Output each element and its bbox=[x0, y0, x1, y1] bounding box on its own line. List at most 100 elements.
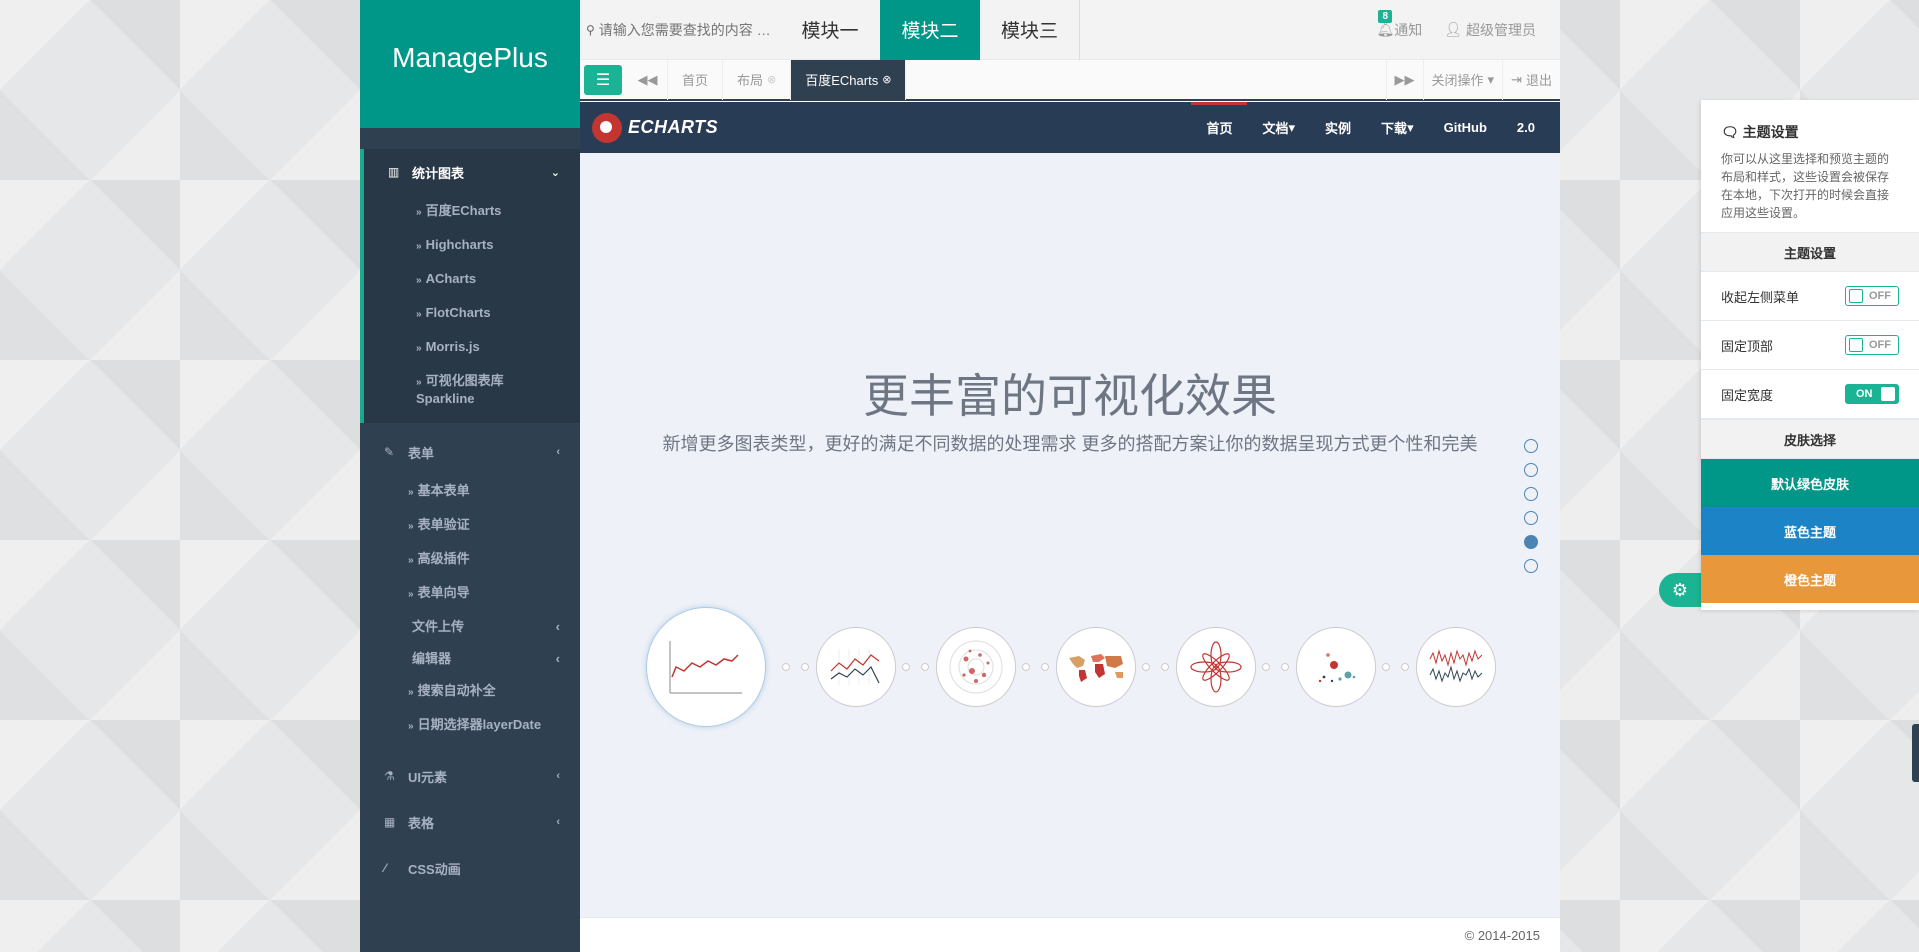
bar-chart-icon: ▥ bbox=[388, 165, 400, 179]
pager-dot[interactable] bbox=[1524, 511, 1538, 525]
tab-bar: ☰ ◀◀ 首页 布局 ⊗ 百度ECharts ⊗ ▶▶ 关闭操作 ▾ ⇥ 退出 bbox=[580, 59, 1560, 101]
pager-dot[interactable] bbox=[1524, 487, 1538, 501]
echarts-nav-github[interactable]: GitHub bbox=[1429, 102, 1502, 153]
sidebar-item-form-wizard[interactable]: » 表单向导 bbox=[360, 577, 580, 611]
multi-line-chart-icon bbox=[830, 649, 880, 685]
flower-rose-icon bbox=[1190, 641, 1242, 693]
search-input[interactable] bbox=[598, 21, 774, 38]
multi-line-chart-thumbnail[interactable] bbox=[816, 627, 896, 707]
menu-head-css-animation[interactable]: ⁄ CSS动画 bbox=[360, 845, 580, 891]
echarts-nav-home[interactable]: 首页 bbox=[1191, 102, 1248, 153]
side-scroll-handle[interactable] bbox=[1912, 724, 1919, 782]
sidebar-item-layerdate[interactable]: » 日期选择器layerDate bbox=[360, 709, 580, 743]
chevron-left-icon: ‹ bbox=[556, 446, 560, 458]
logo: ManagePlus bbox=[360, 0, 580, 128]
echarts-nav-examples[interactable]: 实例 bbox=[1310, 102, 1366, 153]
fixed-width-switch[interactable]: ON bbox=[1845, 384, 1899, 404]
menu-head-charts[interactable]: ▥ 统计图表 ⌄ bbox=[364, 149, 580, 195]
skin-section-header: 皮肤选择 bbox=[1701, 419, 1919, 459]
menu-group-ui: ⚗ UI元素 ‹ bbox=[360, 753, 580, 799]
bell-icon: 🔔︎ bbox=[1376, 21, 1395, 37]
notification-button[interactable]: 8 🔔︎ 通知 bbox=[1376, 9, 1422, 40]
user-menu[interactable]: 👤︎ 超级管理员 bbox=[1444, 20, 1536, 40]
rose-chart-thumbnail[interactable] bbox=[1176, 627, 1256, 707]
close-operations-dropdown[interactable]: 关闭操作 ▾ bbox=[1422, 59, 1503, 100]
skin-default-green[interactable]: 默认绿色皮肤 bbox=[1701, 459, 1919, 507]
map-chart-thumbnail[interactable] bbox=[1056, 627, 1136, 707]
theme-settings-panel: 🗨︎ 主题设置 你可以从这里选择和预览主题的布局和样式，这些设置会被保存在本地，… bbox=[1701, 100, 1919, 610]
double-chevron-icon: » bbox=[408, 487, 414, 498]
sidebar-item-highcharts[interactable]: » Highcharts bbox=[364, 229, 580, 263]
close-icon[interactable]: ⊗ bbox=[882, 73, 891, 86]
sidebar-item-flotcharts[interactable]: » FlotCharts bbox=[364, 297, 580, 331]
menu-toggle-button[interactable]: ☰ bbox=[584, 64, 622, 95]
module-2-tab[interactable]: 模块二 bbox=[880, 0, 980, 60]
module-1-tab[interactable]: 模块一 bbox=[780, 0, 880, 60]
pager-dot[interactable] bbox=[1524, 439, 1538, 453]
sidebar-item-sparkline[interactable]: » 可视化图表库Sparkline bbox=[364, 365, 580, 415]
module-3-tab[interactable]: 模块三 bbox=[980, 0, 1080, 60]
echarts-nav-docs[interactable]: 文档 ▾ bbox=[1247, 102, 1310, 153]
collapse-menu-switch[interactable]: OFF bbox=[1845, 286, 1899, 306]
menu-head-forms[interactable]: ✎ 表单 ‹ bbox=[360, 429, 580, 475]
hero-subtitle: 新增更多图表类型，更好的满足不同数据的处理需求 更多的搭配方案让你的数据呈现方式… bbox=[662, 434, 1478, 454]
menu-head-ui[interactable]: ⚗ UI元素 ‹ bbox=[360, 753, 580, 799]
fixed-header-switch[interactable]: OFF bbox=[1845, 335, 1899, 355]
sidebar-item-form-validate[interactable]: » 表单验证 bbox=[360, 509, 580, 543]
chevron-left-icon: ‹ bbox=[555, 651, 560, 666]
echarts-logo[interactable]: ECHARTS bbox=[592, 112, 718, 143]
double-chevron-icon: » bbox=[416, 275, 422, 286]
pager-dot[interactable] bbox=[1524, 559, 1538, 573]
theme-toggle-button[interactable]: ⚙ bbox=[1659, 573, 1701, 607]
tab-bar-right: ▶▶ 关闭操作 ▾ ⇥ 退出 bbox=[1385, 59, 1560, 100]
sidebar-item-morris[interactable]: » Morris.js bbox=[364, 331, 580, 365]
sidebar-item-file-upload[interactable]: 文件上传 ‹ bbox=[360, 611, 580, 643]
sidebar-item-basic-form[interactable]: » 基本表单 bbox=[360, 475, 580, 509]
sidebar-item-advanced-plugins[interactable]: » 高级插件 bbox=[360, 543, 580, 577]
theme-panel-header: 🗨︎ 主题设置 你可以从这里选择和预览主题的布局和样式，这些设置会被保存在本地，… bbox=[1701, 100, 1919, 232]
double-chevron-icon: » bbox=[416, 207, 422, 218]
chevron-left-icon: ‹ bbox=[555, 619, 560, 634]
line-chart-thumbnail[interactable] bbox=[646, 607, 766, 727]
hero-title: 更丰富的可视化效果 bbox=[863, 369, 1277, 423]
skin-blue[interactable]: 蓝色主题 bbox=[1701, 507, 1919, 555]
scatter-polar-thumbnail[interactable] bbox=[936, 627, 1016, 707]
caret-down-icon: ▾ bbox=[1487, 71, 1495, 87]
close-icon[interactable]: ⊗ bbox=[767, 73, 776, 86]
skin-orange[interactable]: 橙色主题 bbox=[1701, 555, 1919, 603]
echarts-nav-version[interactable]: 2.0 bbox=[1502, 102, 1550, 153]
tab-echarts[interactable]: 百度ECharts ⊗ bbox=[791, 59, 907, 100]
tab-home[interactable]: 首页 bbox=[668, 59, 724, 100]
copyright-text: © 2014-2015 bbox=[1464, 927, 1540, 943]
kline-chart-thumbnail[interactable] bbox=[1416, 627, 1496, 707]
user-icon: 👤︎ bbox=[1444, 21, 1462, 37]
notification-badge: 8 bbox=[1378, 9, 1392, 23]
topbar-right: 8 🔔︎ 通知 👤︎ 超级管理员 bbox=[1376, 9, 1560, 40]
flask-icon: ⚗ bbox=[384, 769, 395, 783]
sidebar-item-acharts[interactable]: » ACharts bbox=[364, 263, 580, 297]
option-fixed-width: 固定宽度 ON bbox=[1701, 370, 1919, 419]
slide-pager bbox=[1524, 439, 1538, 573]
sidebar-item-echarts[interactable]: » 百度ECharts bbox=[364, 195, 580, 229]
content-frame: ECHARTS 首页 文档 ▾ 实例 下载 ▾ GitHub 2.0 更丰富的可视化… bbox=[580, 102, 1560, 917]
tab-scroll-right-button[interactable]: ▶▶ bbox=[1385, 59, 1423, 100]
search-box: ⚲ bbox=[580, 21, 780, 38]
theme-panel-description: 你可以从这里选择和预览主题的布局和样式，这些设置会被保存在本地，下次打开的时候会… bbox=[1721, 152, 1890, 220]
sidebar-item-autocomplete[interactable]: » 搜索自动补全 bbox=[360, 675, 580, 709]
tab-scroll-left-button[interactable]: ◀◀ bbox=[628, 59, 668, 100]
forward-icon: ▶▶ bbox=[1394, 71, 1415, 87]
menu-group-css: ⁄ CSS动画 bbox=[360, 845, 580, 891]
bubble-chart-thumbnail[interactable] bbox=[1296, 627, 1376, 707]
logout-button[interactable]: ⇥ 退出 bbox=[1502, 59, 1560, 100]
echarts-nav-download[interactable]: 下载 ▾ bbox=[1366, 102, 1429, 153]
pager-dot[interactable] bbox=[1524, 463, 1538, 477]
double-chevron-icon: » bbox=[416, 309, 422, 320]
volatility-line-icon bbox=[1429, 649, 1483, 683]
hamburger-icon: ☰ bbox=[595, 71, 611, 89]
pager-dot-active[interactable] bbox=[1524, 535, 1538, 549]
footer: © 2014-2015 bbox=[580, 917, 1560, 952]
comments-icon: 🗨︎ bbox=[1721, 124, 1743, 140]
sidebar-item-editor[interactable]: 编辑器 ‹ bbox=[360, 643, 580, 675]
menu-head-tables[interactable]: ▦ 表格 ‹ bbox=[360, 799, 580, 845]
tab-layout[interactable]: 布局 ⊗ bbox=[723, 59, 792, 100]
